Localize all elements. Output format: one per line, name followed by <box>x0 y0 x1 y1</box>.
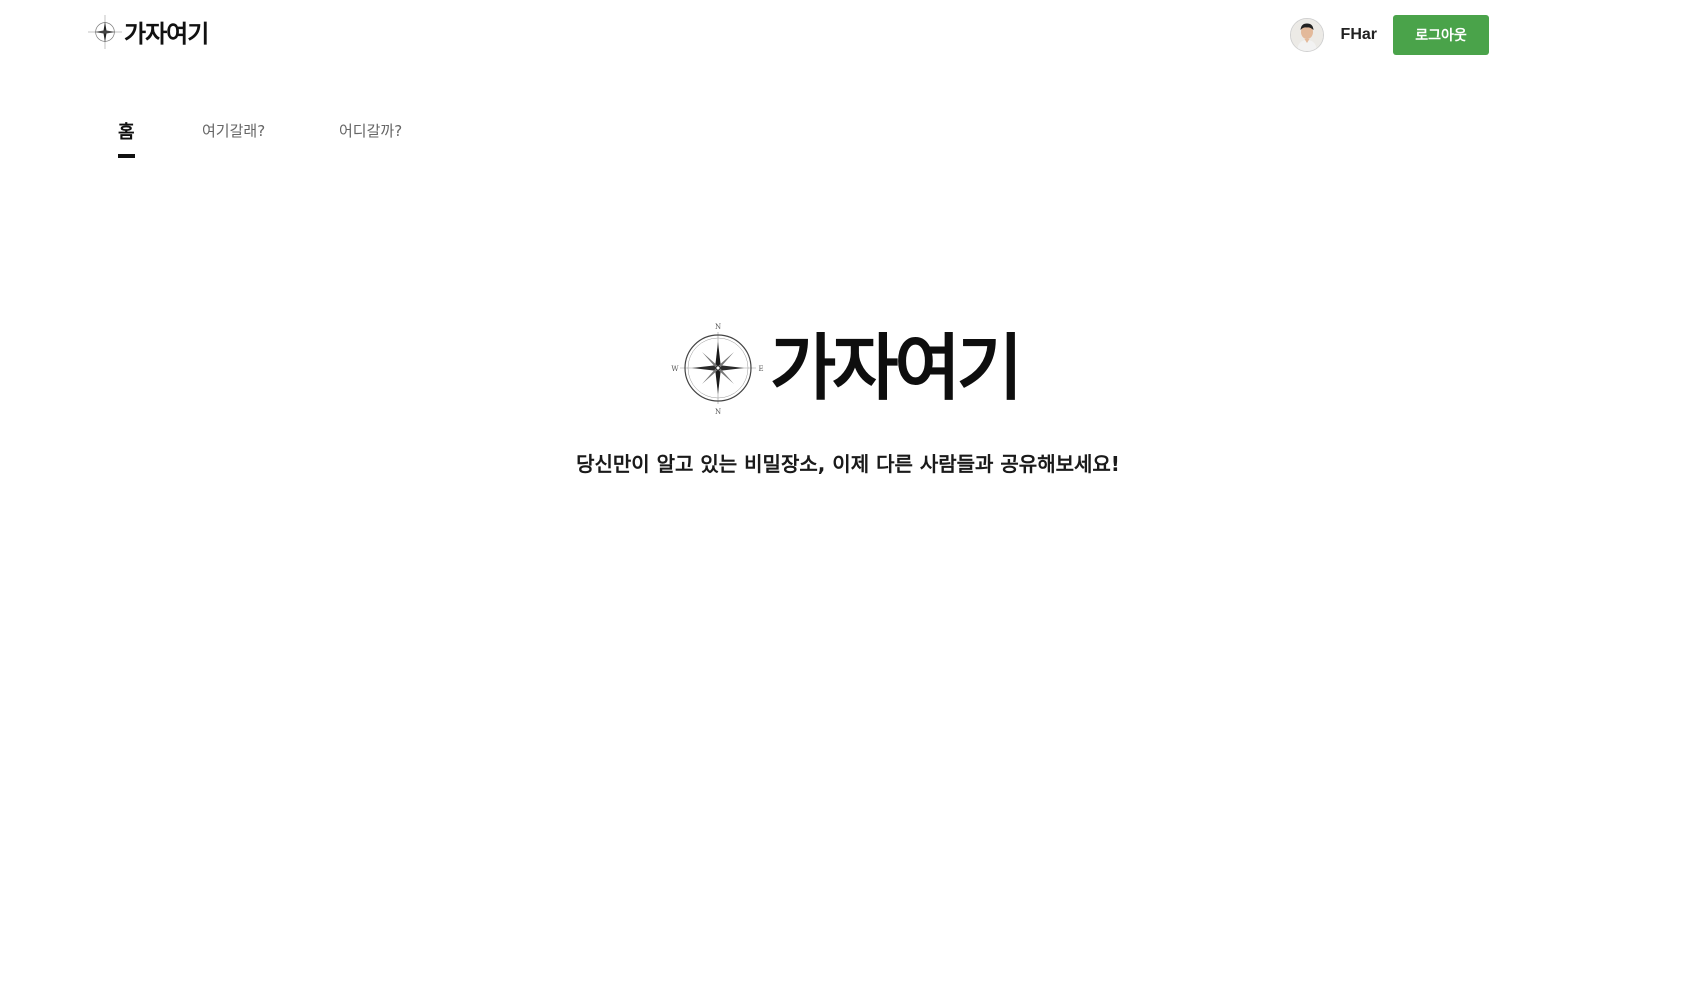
brand-logo-link[interactable]: 가자여기 <box>88 14 209 49</box>
compass-icon <box>88 14 122 49</box>
tab-eodi-galkka[interactable]: 어디갈까? <box>339 120 402 155</box>
top-header: 가자여기 FHar 로그아웃 <box>0 0 1696 70</box>
compass-letter-w: W <box>671 365 679 373</box>
hero-title: 가자여기 <box>770 325 1023 410</box>
user-area: FHar 로그아웃 <box>1289 15 1489 55</box>
username: FHar <box>1340 26 1377 43</box>
compass-icon: N W E N <box>670 320 766 416</box>
hero-tagline: 당신만이 알고 있는 비밀장소, 이제 다른 사람들과 공유해보세요! <box>576 452 1120 476</box>
main-tabs: 홈 여기갈래? 어디갈까? <box>0 110 1696 162</box>
user-avatar-photo <box>1290 19 1323 51</box>
user-avatar[interactable] <box>1289 18 1324 52</box>
compass-letter-n: N <box>715 323 721 331</box>
tab-home[interactable]: 홈 <box>118 118 135 158</box>
brand-name: 가자여기 <box>124 19 209 48</box>
compass-letter-s: N <box>715 408 721 416</box>
tab-yeogi-gallae[interactable]: 여기갈래? <box>202 120 265 155</box>
hero-section: N W E N 가자여기 <box>0 320 1696 420</box>
compass-letter-e: E <box>758 365 763 373</box>
logout-button[interactable]: 로그아웃 <box>1393 15 1489 55</box>
hero-logo: N W E N 가자여기 <box>670 320 1023 416</box>
